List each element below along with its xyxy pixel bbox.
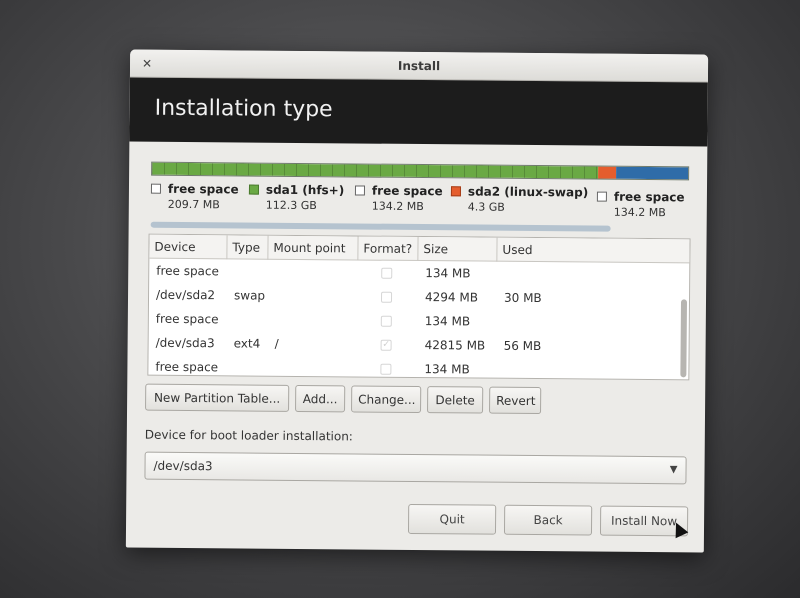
row-used: [497, 262, 504, 286]
legend-label: free space: [613, 189, 685, 205]
format-checkbox[interactable]: ✓: [380, 339, 392, 351]
legend-label: sda2 (linux-swap): [467, 184, 589, 200]
installer-window: ✕ Install Installation type free space 2…: [125, 49, 709, 553]
column-header-used[interactable]: Used: [497, 238, 683, 264]
row-type: ext4: [233, 336, 261, 351]
partition-segment-sda2: [598, 166, 617, 179]
bootloader-label: Device for boot loader installation:: [144, 427, 353, 444]
row-used: [496, 358, 503, 382]
row-mount: [268, 308, 275, 332]
row-used: [497, 310, 504, 334]
row-mount: /: [274, 336, 279, 351]
column-header-type[interactable]: Type: [227, 235, 269, 260]
format-checkbox[interactable]: [380, 363, 392, 375]
legend-item: sda2 (linux-swap) 4.3 GB: [450, 184, 589, 214]
window-title: Install: [397, 58, 441, 74]
dropdown-arrow-icon: ▼: [669, 464, 678, 476]
disk-partition-bar: [151, 161, 690, 181]
row-size: 42815 MB: [424, 338, 486, 353]
row-device: /dev/sda3: [155, 335, 215, 351]
row-device: free space: [156, 263, 220, 279]
row-used: 30 MB: [503, 290, 542, 306]
bootloader-selected-value: /dev/sda3: [153, 458, 213, 474]
page-header: Installation type: [129, 77, 708, 147]
row-size: 134 MB: [424, 314, 471, 329]
legend-size: 112.3 GB: [265, 198, 317, 213]
table-scrollbar[interactable]: [680, 299, 688, 378]
revert-button[interactable]: Revert: [489, 386, 542, 415]
new-partition-table-button[interactable]: New Partition Table...: [145, 383, 290, 412]
swatch-icon: [150, 183, 162, 194]
column-header-device[interactable]: Device: [149, 234, 228, 260]
row-mount: [268, 260, 275, 284]
legend-item: sda1 (hfs+) 112.3 GB: [248, 182, 345, 213]
swatch-icon: [450, 186, 462, 197]
column-header-mount-point[interactable]: Mount point: [268, 235, 359, 261]
legend-size: 134.2 MB: [613, 205, 666, 220]
row-mount: [267, 356, 274, 380]
delete-button[interactable]: Delete: [427, 386, 484, 414]
column-header-format[interactable]: Format?: [358, 236, 419, 262]
back-button[interactable]: Back: [503, 504, 593, 536]
quit-button[interactable]: Quit: [407, 503, 497, 535]
legend-size: 4.3 GB: [467, 200, 505, 214]
row-device: free space: [155, 311, 219, 327]
row-type: [226, 355, 233, 379]
legend-item: free space 209.7 MB: [150, 181, 239, 212]
format-checkbox[interactable]: [380, 315, 392, 327]
row-type: swap: [233, 288, 266, 303]
legend-size: 209.7 MB: [167, 197, 220, 212]
column-header-size[interactable]: Size: [418, 237, 498, 262]
legend-label: free space: [371, 183, 443, 199]
row-device: /dev/sda2: [155, 287, 216, 303]
legend-item: free space 134.2 MB: [354, 183, 443, 214]
legend-label: sda1 (hfs+): [265, 182, 345, 198]
swatch-icon: [354, 185, 366, 196]
legend-item: free space 134.2 MB: [596, 189, 685, 220]
row-device: free space: [155, 359, 219, 375]
add-button[interactable]: Add...: [295, 384, 346, 413]
legend-size: 134.2 MB: [371, 199, 424, 214]
page-title: Installation type: [154, 95, 333, 123]
row-size: 134 MB: [424, 362, 470, 377]
legend-label: free space: [167, 181, 239, 197]
partition-segment-sda1: [152, 162, 599, 179]
partition-table: Device Type Mount point Format? Size Use…: [147, 233, 691, 384]
swatch-icon: [248, 184, 260, 195]
row-mount: [268, 284, 275, 308]
row-size: 4294 MB: [424, 290, 479, 305]
table-row[interactable]: free space 134 MB: [148, 355, 688, 384]
row-size: 134 MB: [425, 266, 471, 281]
partition-segment-sda3: [616, 166, 689, 180]
close-icon[interactable]: ✕: [142, 50, 152, 78]
swatch-icon: [596, 191, 607, 202]
row-used: 56 MB: [503, 338, 542, 354]
row-type: [227, 259, 234, 283]
format-checkbox[interactable]: [381, 267, 393, 279]
format-checkbox[interactable]: [380, 291, 393, 303]
change-button[interactable]: Change...: [351, 385, 422, 414]
partition-legend: free space 209.7 MB sda1 (hfs+) 112.3 GB…: [150, 181, 701, 227]
bootloader-device-select[interactable]: /dev/sda3 ▼: [144, 451, 687, 485]
row-type: [227, 307, 234, 331]
